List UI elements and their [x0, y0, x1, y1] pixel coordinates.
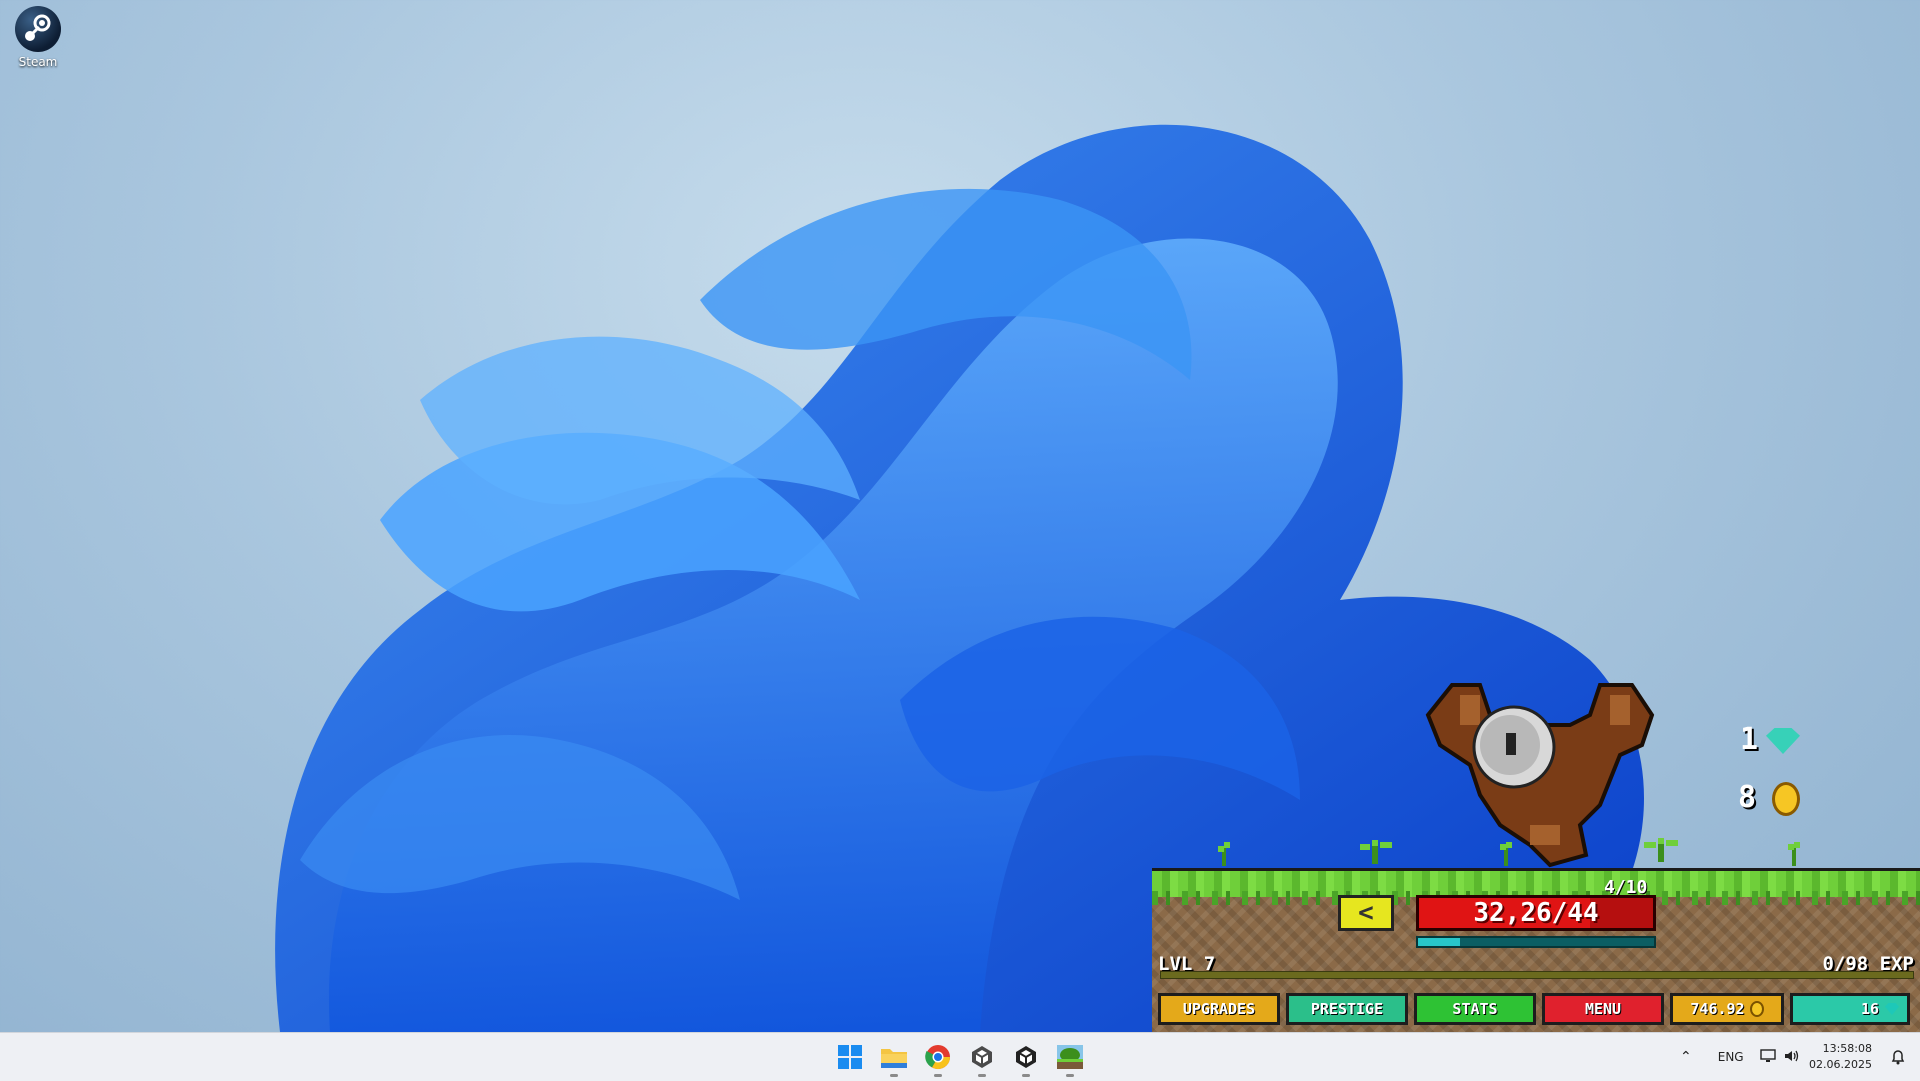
- health-bar-missing: [1589, 898, 1653, 928]
- volume-icon[interactable]: [1784, 1049, 1800, 1066]
- running-indicator: [978, 1074, 986, 1077]
- gold-balance[interactable]: 746.92: [1670, 993, 1784, 1025]
- running-indicator: [1022, 1074, 1030, 1077]
- chevron-up-icon[interactable]: ⌃: [1680, 1049, 1692, 1065]
- gold-amount: 746.92: [1690, 1000, 1745, 1018]
- language-indicator[interactable]: ENG: [1718, 1050, 1744, 1064]
- game-button-row: UPGRADES PRESTIGE STATS MENU 746.92 16: [1158, 993, 1918, 1027]
- health-text: 32,26/44: [1473, 898, 1599, 928]
- running-indicator: [1066, 1074, 1074, 1077]
- sprout-decoration: [1644, 838, 1678, 862]
- system-tray: ⌃ ENG: [1680, 1033, 1800, 1081]
- sprout-decoration: [1500, 842, 1512, 866]
- timer-bar: [1416, 936, 1656, 948]
- back-button[interactable]: <: [1338, 895, 1394, 931]
- unity-hub-icon[interactable]: [1010, 1041, 1042, 1077]
- monster-health-bar: 32,26/44: [1416, 895, 1656, 931]
- clock-date: 02.06.2025: [1809, 1058, 1872, 1071]
- reward-coins-count: 8: [1738, 780, 1757, 815]
- gem-balance[interactable]: 16: [1790, 993, 1910, 1025]
- steam-icon: [15, 6, 61, 52]
- monster-sprite[interactable]: [1410, 655, 1664, 870]
- game-icon[interactable]: [1054, 1041, 1086, 1077]
- taskbar: ⌃ ENG 13:58:08 02.06.2025: [0, 1032, 1920, 1081]
- network-icon[interactable]: [1759, 1048, 1776, 1066]
- coin-icon: [1772, 782, 1800, 816]
- menu-button[interactable]: MENU: [1542, 993, 1664, 1025]
- game-panel: 4/10 < 32,26/44 LVL 7 0/98 EXP UPGRADES …: [1152, 868, 1920, 1035]
- file-explorer-icon[interactable]: [878, 1041, 910, 1077]
- start-icon[interactable]: [834, 1041, 866, 1073]
- reward-gems-count: 1: [1740, 722, 1759, 757]
- notification-bell-icon[interactable]: [1890, 1049, 1906, 1069]
- desktop-icon-label: Steam: [18, 55, 58, 69]
- sprout-decoration: [1218, 842, 1230, 866]
- chrome-icon[interactable]: [922, 1041, 954, 1077]
- upgrades-button[interactable]: UPGRADES: [1158, 993, 1280, 1025]
- prestige-button[interactable]: PRESTIGE: [1286, 993, 1408, 1025]
- running-indicator: [890, 1074, 898, 1077]
- desktop-icon-steam[interactable]: Steam: [8, 6, 68, 69]
- sprout-decoration: [1360, 840, 1392, 864]
- running-indicator: [934, 1074, 942, 1077]
- timer-bar-fill: [1418, 938, 1461, 946]
- exp-progress-bar: [1160, 971, 1914, 979]
- stats-button[interactable]: STATS: [1414, 993, 1536, 1025]
- unity-icon[interactable]: [966, 1041, 998, 1077]
- coin-icon: [1749, 1001, 1764, 1017]
- gem-amount: 16: [1860, 1000, 1879, 1018]
- clock-time: 13:58:08: [1822, 1042, 1872, 1055]
- sprout-decoration: [1788, 842, 1800, 866]
- clock[interactable]: 13:58:08 02.06.2025: [1809, 1041, 1872, 1073]
- gem-icon: [1885, 1003, 1899, 1015]
